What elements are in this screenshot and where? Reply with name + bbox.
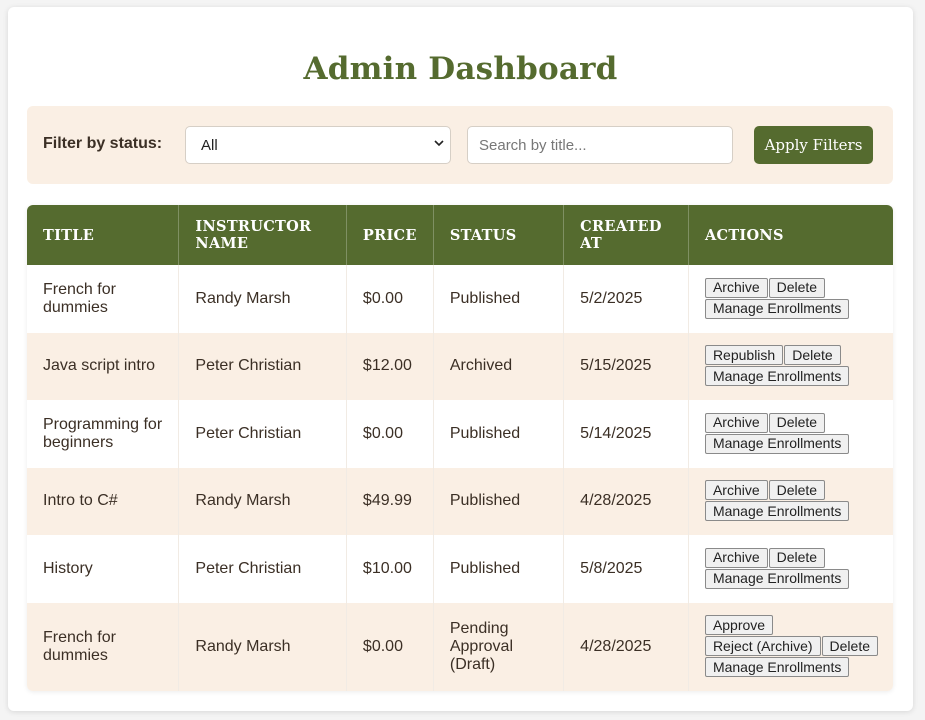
header-instructor: Instructor Name <box>179 205 347 265</box>
table-row: Programming for beginners Peter Christian… <box>27 400 893 468</box>
cell-title: French for dummies <box>27 602 180 691</box>
actions-line: Manage Enrollments <box>704 568 879 590</box>
header-actions: Actions <box>688 205 893 265</box>
table-row: Intro to C# Randy Marsh $49.99 Published 4/2… <box>27 467 893 535</box>
delete-button[interactable]: Delete <box>768 547 826 568</box>
table-header-row: Title Instructor Name Price Status Creat… <box>27 205 893 265</box>
cell-title: French for dummies <box>27 265 180 333</box>
actions-line: Manage Enrollments <box>704 657 879 678</box>
cell-actions: Republish Delete Manage Enrollments <box>688 332 893 400</box>
actions-line: Archive Delete <box>704 277 879 299</box>
cell-status: Published <box>433 400 565 468</box>
apply-filters-button[interactable]: Apply Filters <box>754 126 873 164</box>
actions-line: Manage Enrollments <box>704 366 879 387</box>
cell-title: History <box>27 535 180 603</box>
cell-created-at: 5/14/2025 <box>564 400 689 468</box>
cell-title: Java script intro <box>27 332 180 400</box>
cell-status: Pending Approval (Draft) <box>433 602 565 691</box>
cell-price: $0.00 <box>346 265 434 333</box>
archive-button[interactable]: Archive <box>704 480 768 501</box>
header-created-at: Created At <box>564 205 689 265</box>
actions-line: Republish Delete <box>704 345 879 366</box>
cell-status: Archived <box>433 332 565 400</box>
cell-actions: Archive Delete Manage Enrollments <box>688 535 893 603</box>
cell-price: $0.00 <box>346 602 434 691</box>
cell-status: Published <box>433 467 565 535</box>
header-title: Title <box>27 205 180 265</box>
actions-line: Archive Delete <box>704 547 879 569</box>
cell-price: $0.00 <box>346 400 434 468</box>
cell-instructor: Randy Marsh <box>179 602 347 691</box>
archive-button[interactable]: Archive <box>704 277 768 298</box>
search-input[interactable] <box>467 126 733 164</box>
cell-instructor: Peter Christian <box>179 332 347 400</box>
cell-created-at: 5/2/2025 <box>564 265 689 333</box>
cell-actions: Approve Reject (Archive) Delete Manage Enro… <box>688 602 893 691</box>
filter-bar: Filter by status: All Apply Filters <box>27 106 893 184</box>
chevron-down-icon <box>434 140 444 147</box>
cell-created-at: 4/28/2025 <box>564 467 689 535</box>
actions-line: Archive Delete <box>704 480 879 501</box>
cell-status: Published <box>433 535 565 603</box>
cell-instructor: Peter Christian <box>179 400 347 468</box>
cell-status: Published <box>433 265 565 333</box>
cell-created-at: 4/28/2025 <box>564 602 689 691</box>
status-select-value: All <box>201 137 218 154</box>
manage-enrollments-button[interactable]: Manage Enrollments <box>704 298 850 319</box>
cell-price: $12.00 <box>346 332 434 400</box>
cell-actions: Archive Delete Manage Enrollments <box>688 400 893 468</box>
cell-created-at: 5/8/2025 <box>564 535 689 603</box>
manage-enrollments-button[interactable]: Manage Enrollments <box>704 501 850 522</box>
dashboard-card: Admin Dashboard Filter by status: All Ap… <box>8 7 913 711</box>
status-select[interactable]: All <box>185 126 451 164</box>
delete-button[interactable]: Delete <box>768 277 826 298</box>
actions-line: Manage Enrollments <box>704 501 879 522</box>
cell-price: $49.99 <box>346 467 434 535</box>
actions-line: Manage Enrollments <box>704 298 879 320</box>
table-row: Java script intro Peter Christian $12.00 Ar… <box>27 332 893 400</box>
approve-button[interactable]: Approve <box>704 615 774 635</box>
cell-title: Intro to C# <box>27 467 180 535</box>
manage-enrollments-button[interactable]: Manage Enrollments <box>704 433 850 454</box>
courses-table: Title Instructor Name Price Status Creat… <box>27 205 893 691</box>
manage-enrollments-button[interactable]: Manage Enrollments <box>704 657 850 677</box>
cell-actions: Archive Delete Manage Enrollments <box>688 265 893 333</box>
delete-button[interactable]: Delete <box>821 636 878 656</box>
republish-button[interactable]: Republish <box>704 345 784 366</box>
header-price: Price <box>346 205 434 265</box>
cell-created-at: 5/15/2025 <box>564 332 689 400</box>
archive-button[interactable]: Archive <box>704 547 768 568</box>
actions-line: Archive Delete <box>704 412 879 434</box>
table-row: History Peter Christian $10.00 Published 5/8… <box>27 535 893 603</box>
page-title: Admin Dashboard <box>303 51 618 87</box>
cell-price: $10.00 <box>346 535 434 603</box>
archive-button[interactable]: Archive <box>704 412 768 433</box>
actions-line: Manage Enrollments <box>704 433 879 455</box>
table-row: French for dummies Randy Marsh $0.00 Pendin… <box>27 602 893 691</box>
table-row: French for dummies Randy Marsh $0.00 Publis… <box>27 265 893 333</box>
cell-instructor: Peter Christian <box>179 535 347 603</box>
cell-actions: Archive Delete Manage Enrollments <box>688 467 893 535</box>
manage-enrollments-button[interactable]: Manage Enrollments <box>704 366 850 387</box>
actions-line: Reject (Archive) Delete <box>704 636 879 657</box>
manage-enrollments-button[interactable]: Manage Enrollments <box>704 568 850 589</box>
reject-archive-button[interactable]: Reject (Archive) <box>704 636 821 656</box>
cell-instructor: Randy Marsh <box>179 467 347 535</box>
filter-status-label: Filter by status: <box>43 135 163 152</box>
delete-button[interactable]: Delete <box>768 412 826 433</box>
cell-instructor: Randy Marsh <box>179 265 347 333</box>
actions-line: Approve <box>704 615 879 636</box>
cell-title: Programming for beginners <box>27 400 180 468</box>
table-body: French for dummies Randy Marsh $0.00 Publis… <box>27 265 893 691</box>
header-status: Status <box>433 205 565 265</box>
delete-button[interactable]: Delete <box>768 480 826 501</box>
delete-button[interactable]: Delete <box>784 345 841 366</box>
